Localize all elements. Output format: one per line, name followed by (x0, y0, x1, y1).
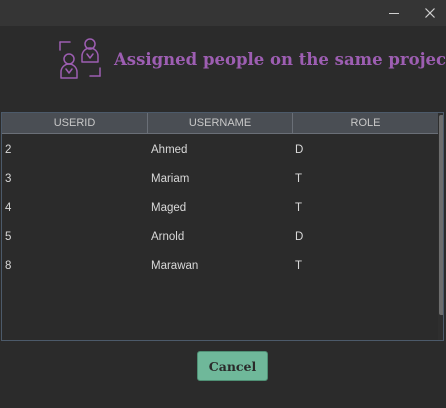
people-table: USERID USERNAME ROLE 2 Ahmed D 3 Mariam … (1, 112, 444, 341)
vertical-scrollbar[interactable] (438, 113, 443, 340)
cell-userid: 3 (5, 172, 12, 185)
title-bar (0, 0, 446, 26)
cell-role: T (295, 201, 303, 214)
table-body: 2 Ahmed D 3 Mariam T 4 Maged T 5 Arnold … (2, 135, 438, 280)
cell-username: Marawan (151, 259, 199, 272)
table-row[interactable]: 4 Maged T (2, 193, 438, 222)
scrollbar-thumb[interactable] (439, 115, 443, 315)
table-row[interactable]: 8 Marawan T (2, 251, 438, 280)
table-row[interactable]: 2 Ahmed D (2, 135, 438, 164)
column-header-role[interactable]: ROLE (293, 113, 438, 134)
cell-role: T (295, 172, 303, 185)
dialog-window: Assigned people on the same project: USE… (0, 0, 446, 408)
dialog-header: Assigned people on the same project: (56, 36, 446, 82)
cell-userid: 5 (5, 230, 12, 243)
cell-userid: 4 (5, 201, 12, 214)
cell-username: Maged (151, 201, 187, 214)
close-button[interactable] (414, 0, 446, 26)
cancel-button[interactable]: Cancel (197, 351, 268, 381)
table-row[interactable]: 3 Mariam T (2, 164, 438, 193)
cell-username: Ahmed (151, 143, 188, 156)
table-header: USERID USERNAME ROLE (2, 113, 438, 134)
cell-username: Arnold (151, 230, 185, 243)
cell-role: D (295, 143, 304, 156)
close-icon (425, 8, 435, 18)
column-header-userid[interactable]: USERID (2, 113, 148, 134)
table-row[interactable]: 5 Arnold D (2, 222, 438, 251)
cell-role: D (295, 230, 304, 243)
people-exchange-icon (59, 38, 101, 79)
minimize-icon (389, 12, 399, 14)
cell-userid: 2 (5, 143, 12, 156)
cell-userid: 8 (5, 259, 12, 272)
minimize-button[interactable] (376, 0, 412, 26)
cell-username: Mariam (151, 172, 190, 185)
column-header-username[interactable]: USERNAME (148, 113, 293, 134)
dialog-title: Assigned people on the same project: (114, 49, 446, 69)
cell-role: T (295, 259, 303, 272)
